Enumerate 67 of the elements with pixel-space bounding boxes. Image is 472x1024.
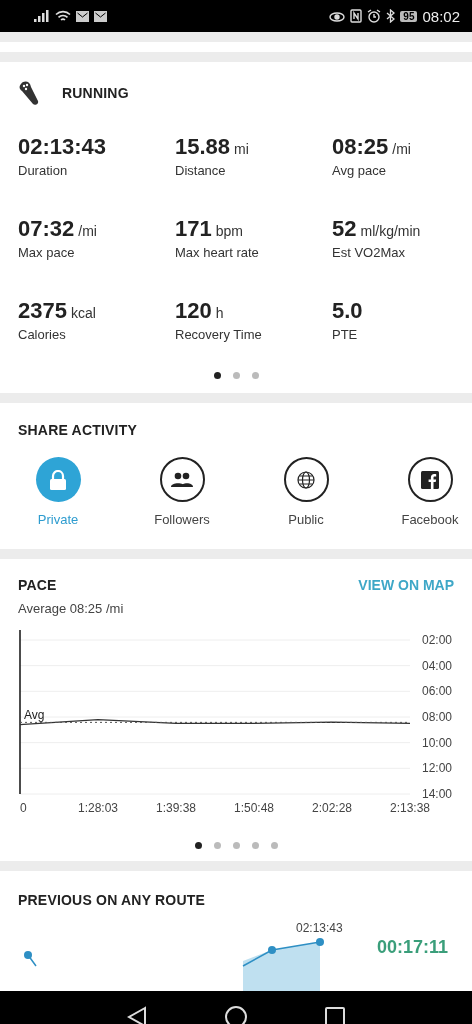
page-dot[interactable] — [251, 842, 259, 849]
series-label: Avg — [24, 708, 45, 723]
y-tick-label: 06:00 — [421, 684, 452, 699]
share-option[interactable]: Followers — [132, 457, 232, 527]
mail-icon — [76, 10, 89, 22]
stat-value: 5.0 — [332, 298, 364, 324]
stat-value: 15.88 mi — [175, 134, 250, 160]
y-tick-label: 04:00 — [421, 658, 452, 673]
y-tick-label: 10:00 — [421, 735, 452, 750]
stat-label: Max pace — [18, 245, 76, 260]
stat-label: Recovery Time — [175, 327, 263, 342]
x-tick-label: 2:02:28 — [312, 801, 352, 815]
stat-label: Est VO2Max — [332, 245, 406, 260]
battery-level: 95 — [400, 10, 418, 22]
stat-value: 08:25 /mi — [332, 134, 412, 160]
home-icon[interactable] — [225, 1006, 247, 1024]
page-dot[interactable] — [270, 842, 278, 849]
share-option[interactable]: Public — [256, 457, 356, 527]
people-icon — [171, 471, 193, 488]
pace-title: PACE — [18, 577, 57, 593]
wifi-icon — [55, 9, 71, 23]
mail-icon — [94, 10, 107, 22]
share-title: SHARE ACTIVITY — [18, 422, 137, 438]
page-dot[interactable] — [232, 842, 240, 849]
stat-value: 171 bpm — [175, 216, 244, 242]
lock-icon — [49, 469, 67, 490]
stat-label: Duration — [18, 163, 69, 178]
alarm-icon — [367, 9, 382, 23]
activity-title: RUNNING — [62, 85, 129, 101]
stat-value: 2375 kcal — [18, 298, 97, 324]
bluetooth-icon — [386, 9, 396, 23]
x-tick-label: 1:39:38 — [156, 801, 196, 815]
facebook-icon — [421, 470, 439, 489]
globe-icon — [297, 470, 315, 489]
share-option[interactable]: Facebook — [380, 457, 472, 527]
previous-title: PREVIOUS ON ANY ROUTE — [18, 892, 205, 908]
y-tick-label: 12:00 — [421, 761, 452, 776]
stat-value: 07:32 /mi — [18, 216, 98, 242]
time-difference: 00:17:11 — [376, 937, 448, 958]
page-dot[interactable] — [213, 372, 221, 379]
clock-time: 08:02 — [422, 7, 460, 25]
stat-label: Calories — [18, 327, 67, 342]
x-tick-label: 1:28:03 — [78, 801, 118, 815]
page-dot[interactable] — [194, 842, 202, 849]
y-tick-label: 14:00 — [421, 787, 452, 801]
back-icon[interactable] — [127, 1006, 147, 1024]
stat-label: Distance — [175, 163, 227, 178]
stat-value: 02:13:43 — [18, 134, 108, 160]
stat-label: Avg pace — [332, 163, 387, 178]
page-dot[interactable] — [232, 372, 240, 379]
stat-label: PTE — [332, 327, 359, 342]
pace-average: Average 08:25 /mi — [18, 601, 125, 616]
stat-label: Max heart rate — [175, 245, 260, 260]
recents-icon[interactable] — [325, 1007, 345, 1024]
x-tick-label: 2:13:38 — [390, 801, 430, 815]
y-tick-label: 02:00 — [421, 633, 452, 647]
page-dot[interactable] — [251, 372, 259, 379]
point-label: 02:13:43 — [296, 921, 343, 935]
x-tick-label: 1:50:48 — [234, 801, 274, 815]
x-tick-label: 0 — [20, 801, 27, 815]
nfc-icon — [350, 9, 363, 23]
stat-value: 120 h — [175, 298, 225, 324]
y-tick-label: 08:00 — [421, 710, 452, 724]
page-dot[interactable] — [213, 842, 221, 849]
stat-value: 52 ml/kg/min — [332, 216, 422, 242]
eye-icon — [329, 10, 346, 22]
signal-icon — [34, 10, 50, 22]
